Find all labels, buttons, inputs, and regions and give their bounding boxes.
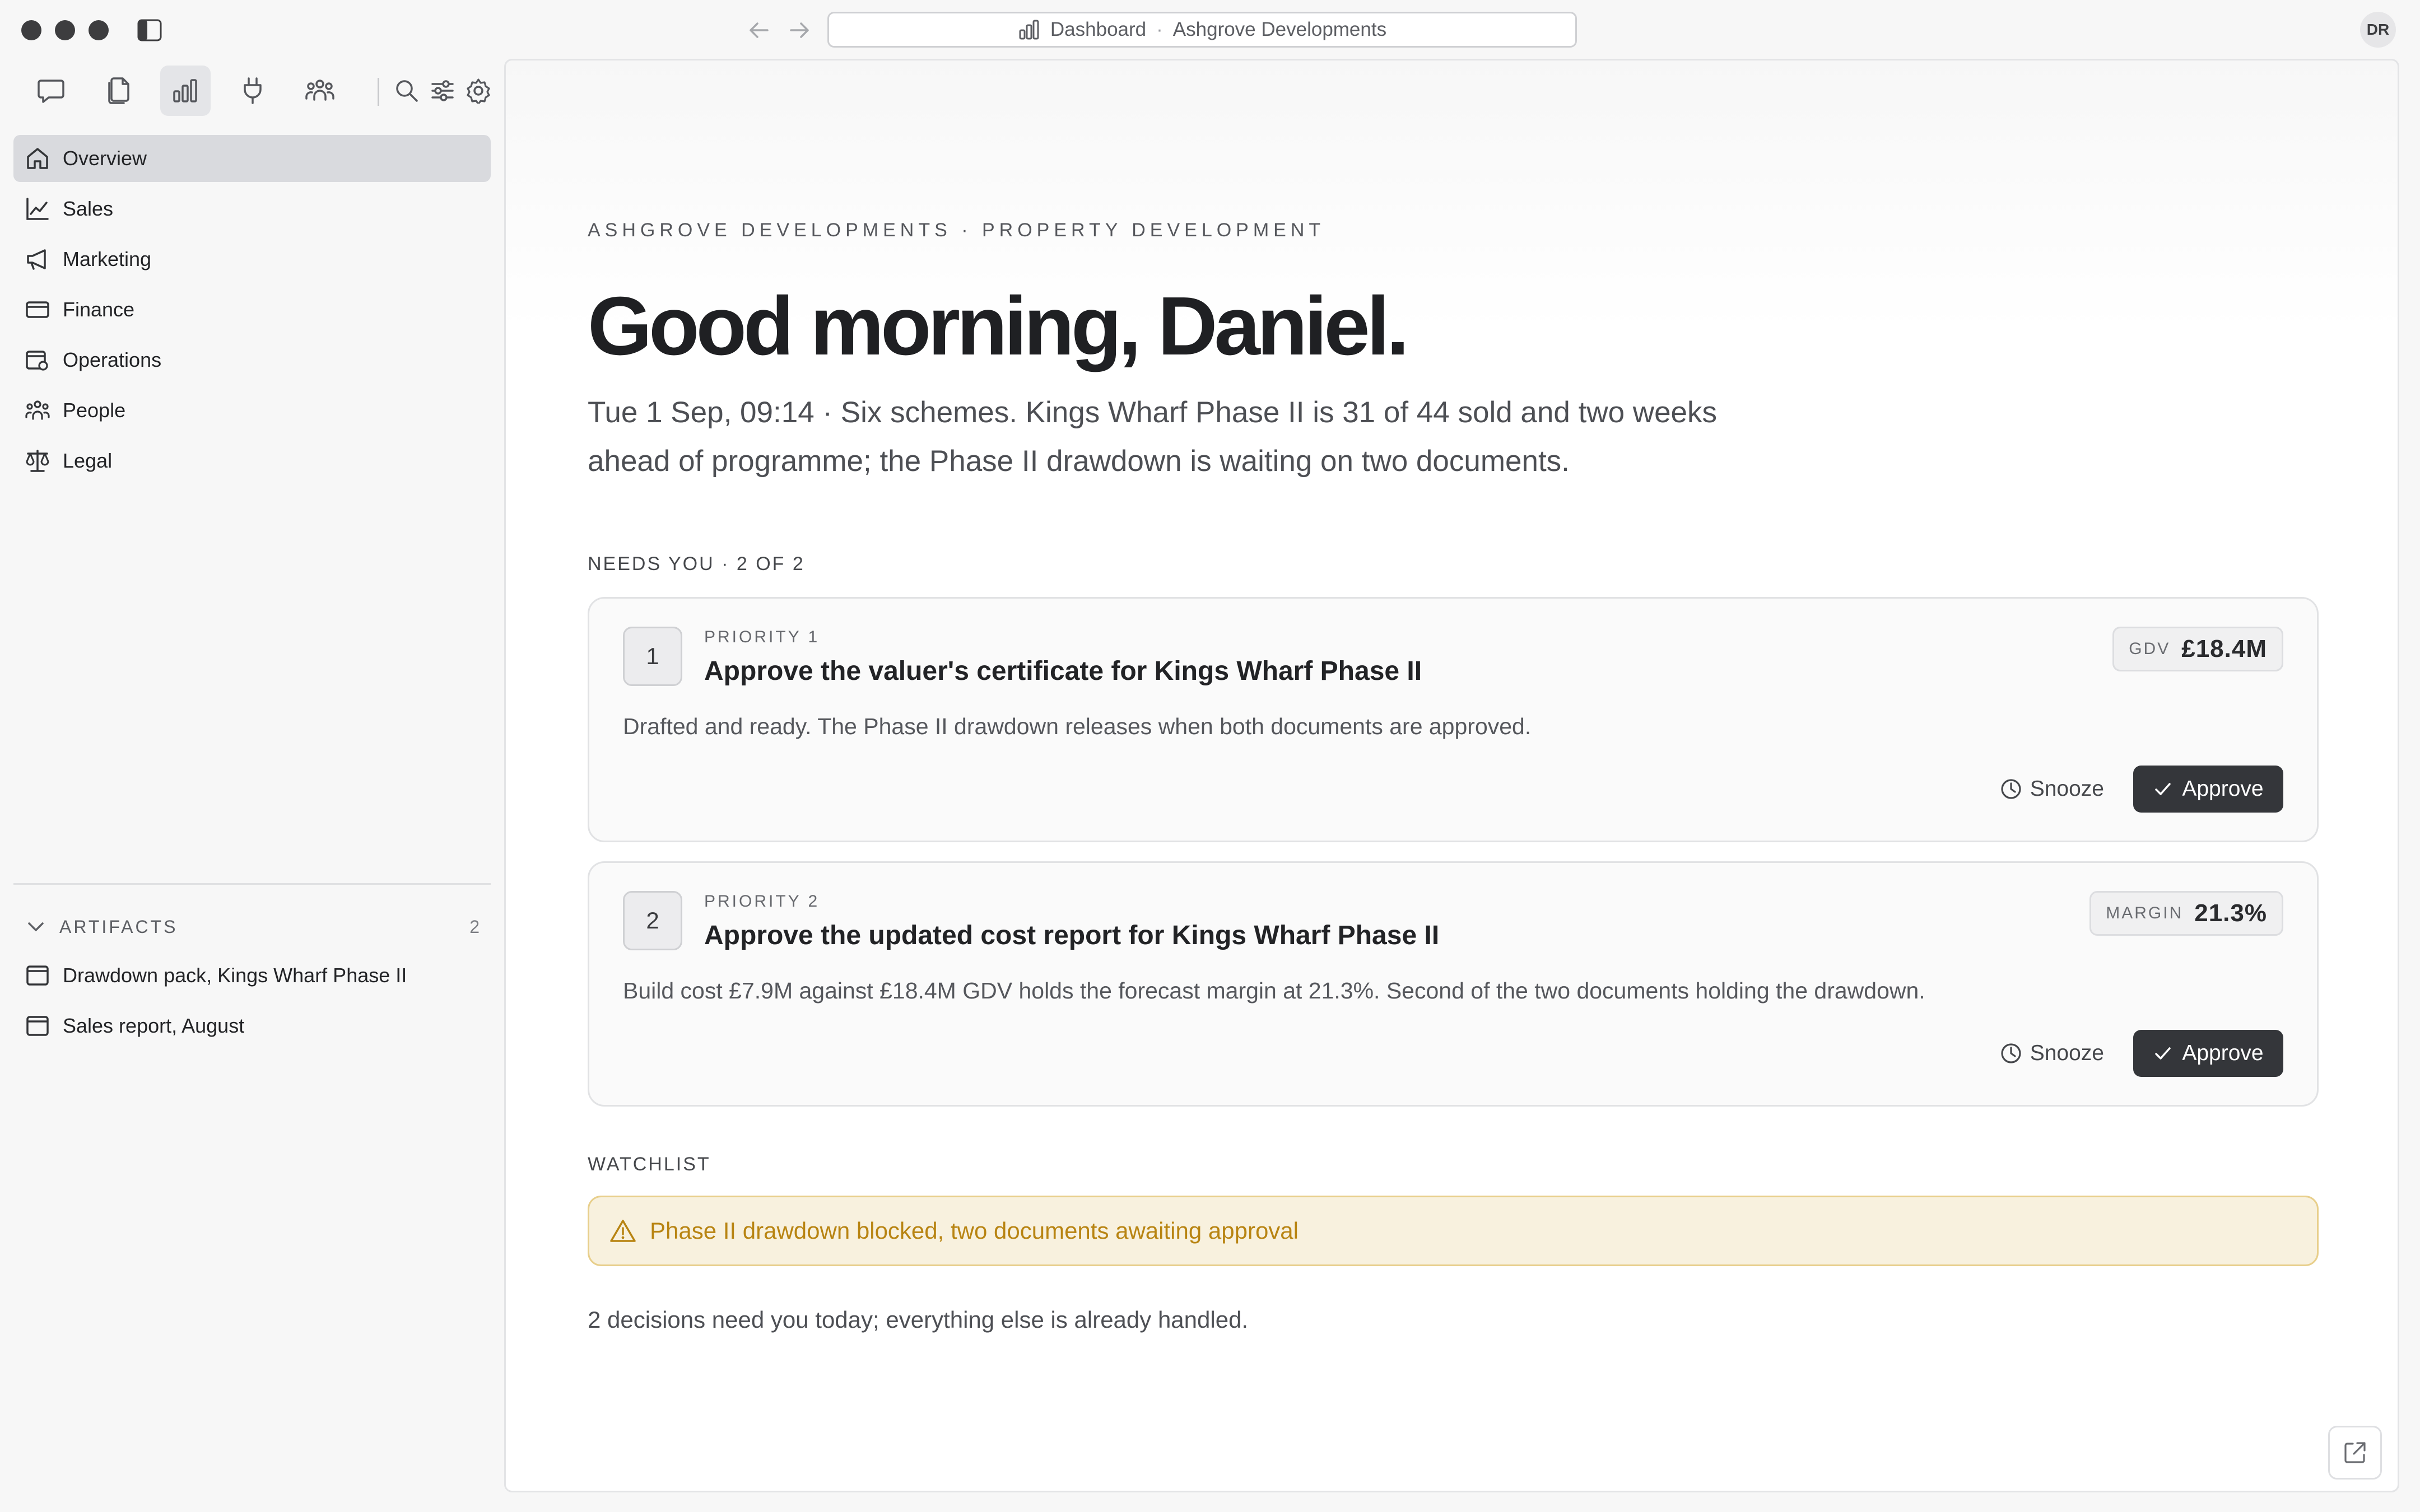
main-panel: ASHGROVE DEVELOPMENTS · PROPERTY DEVELOP…: [504, 59, 2399, 1492]
sidebar-item-label: Operations: [63, 348, 162, 371]
sidebar-item-overview[interactable]: Overview: [13, 135, 491, 182]
artifact-label: Drawdown pack, Kings Wharf Phase II: [63, 964, 407, 987]
snooze-button[interactable]: Snooze: [2000, 767, 2104, 811]
avatar[interactable]: DR: [2360, 12, 2396, 48]
artifact-item[interactable]: Sales report, August: [13, 1002, 491, 1049]
priority-number: 2: [623, 891, 682, 950]
gear-icon[interactable]: [462, 66, 495, 116]
card-description: Build cost £7.9M against £18.4M GDV hold…: [623, 978, 1925, 1004]
metric-value: £18.4M: [2181, 635, 2267, 662]
decision-card-2: 2 PRIORITY 2 Approve the updated cost re…: [588, 861, 2319, 1107]
metric-badge: MARGIN 21.3%: [2089, 891, 2283, 936]
sidebar-item-people[interactable]: People: [13, 387, 491, 434]
document-icon: [25, 1013, 50, 1039]
sidebar-item-legal[interactable]: Legal: [13, 437, 491, 484]
card-title: Approve the updated cost report for King…: [704, 921, 1440, 950]
metric-badge: GDV £18.4M: [2112, 627, 2283, 671]
sidebar-nav: Overview Sales Marketing Finance Operati…: [13, 135, 491, 488]
back-arrow-icon[interactable]: [746, 18, 772, 43]
check-icon: [2153, 779, 2173, 799]
sidebar-item-label: People: [63, 399, 126, 422]
chevron-down-icon: [25, 916, 47, 938]
window-close-button[interactable]: [21, 20, 41, 40]
card-title: Approve the valuer's certificate for Kin…: [704, 656, 1422, 686]
artifact-item[interactable]: Drawdown pack, Kings Wharf Phase II: [13, 952, 491, 999]
page-title: Good morning, Daniel.: [588, 280, 1409, 372]
artifacts-list: Drawdown pack, Kings Wharf Phase II Sale…: [13, 952, 491, 1053]
snooze-button[interactable]: Snooze: [2000, 1031, 2104, 1076]
needs-you-label: NEEDS YOU · 2 OF 2: [588, 553, 805, 575]
card-icon: [25, 297, 50, 323]
artifacts-header[interactable]: ARTIFACTS 2: [13, 902, 491, 952]
sidebar-item-label: Legal: [63, 449, 113, 472]
dashboard-icon[interactable]: [160, 66, 211, 116]
approve-label: Approve: [2182, 777, 2264, 801]
card-description: Drafted and ready. The Phase II drawdown…: [623, 713, 1532, 739]
sidebar: Overview Sales Marketing Finance Operati…: [0, 59, 504, 1512]
company-eyebrow: ASHGROVE DEVELOPMENTS · PROPERTY DEVELOP…: [588, 220, 1325, 241]
clock-icon: [2000, 1042, 2022, 1065]
approve-label: Approve: [2182, 1041, 2264, 1065]
snooze-label: Snooze: [2030, 1041, 2104, 1065]
open-external-button[interactable]: [2328, 1426, 2382, 1480]
operations-icon: [25, 347, 50, 373]
sidebar-item-label: Finance: [63, 298, 135, 321]
external-link-icon: [2342, 1439, 2368, 1466]
bar-chart-icon: [1018, 19, 1040, 40]
chat-icon[interactable]: [26, 66, 76, 116]
sidebar-item-label: Overview: [63, 147, 147, 170]
forward-arrow-icon[interactable]: [787, 18, 812, 43]
title-bar: Dashboard · Ashgrove Developments DR: [0, 0, 2420, 59]
metric-label: GDV: [2129, 640, 2171, 658]
clock-icon: [2000, 778, 2022, 800]
metric-label: MARGIN: [2106, 904, 2184, 922]
sidebar-item-finance[interactable]: Finance: [13, 286, 491, 333]
search-icon[interactable]: [390, 66, 424, 116]
decision-card-1: 1 PRIORITY 1 Approve the valuer's certif…: [588, 597, 2319, 842]
sidebar-item-label: Marketing: [63, 248, 152, 270]
watchlist-text: Phase II drawdown blocked, two documents…: [650, 1217, 1299, 1244]
window-zoom-button[interactable]: [89, 20, 109, 40]
snooze-label: Snooze: [2030, 777, 2104, 801]
check-icon: [2153, 1043, 2173, 1063]
warning-icon: [609, 1219, 636, 1243]
priority-number: 1: [623, 627, 682, 686]
artifacts-count: 2: [469, 916, 480, 937]
sidebar-toggle-icon[interactable]: [137, 19, 162, 41]
sliders-icon[interactable]: [426, 66, 459, 116]
chart-line-icon: [25, 196, 50, 222]
document-icon: [25, 963, 50, 988]
priority-label: PRIORITY 2: [704, 892, 820, 911]
footer-note: 2 decisions need you today; everything e…: [588, 1306, 1249, 1333]
sidebar-item-operations[interactable]: Operations: [13, 337, 491, 384]
priority-label: PRIORITY 1: [704, 628, 820, 646]
watchlist-alert[interactable]: Phase II drawdown blocked, two documents…: [588, 1196, 2319, 1266]
summary-text: Tue 1 Sep, 09:14 · Six schemes. Kings Wh…: [588, 396, 1718, 478]
sidebar-toolbar: [26, 62, 496, 118]
team-icon[interactable]: [295, 66, 345, 116]
approve-button[interactable]: Approve: [2133, 1030, 2283, 1077]
window-minimize-button[interactable]: [55, 20, 75, 40]
watchlist-label: WATCHLIST: [588, 1154, 711, 1175]
toolbar-divider: [378, 78, 379, 106]
sidebar-item-label: Sales: [63, 197, 114, 220]
approve-button[interactable]: Approve: [2133, 766, 2283, 813]
address-separator: ·: [1156, 18, 1163, 40]
address-org: Ashgrove Developments: [1172, 18, 1387, 40]
scales-icon: [25, 448, 50, 474]
sidebar-divider: [13, 883, 491, 885]
home-icon: [25, 146, 50, 171]
sidebar-item-marketing[interactable]: Marketing: [13, 236, 491, 283]
documents-icon[interactable]: [93, 66, 143, 116]
sidebar-item-sales[interactable]: Sales: [13, 185, 491, 232]
people-icon: [25, 398, 50, 423]
address-bar[interactable]: Dashboard · Ashgrove Developments: [827, 12, 1577, 48]
metric-value: 21.3%: [2194, 899, 2267, 927]
artifacts-label: ARTIFACTS: [59, 916, 178, 937]
megaphone-icon: [25, 246, 50, 272]
plug-icon[interactable]: [227, 66, 278, 116]
artifact-label: Sales report, August: [63, 1014, 245, 1037]
address-page: Dashboard: [1050, 18, 1147, 40]
